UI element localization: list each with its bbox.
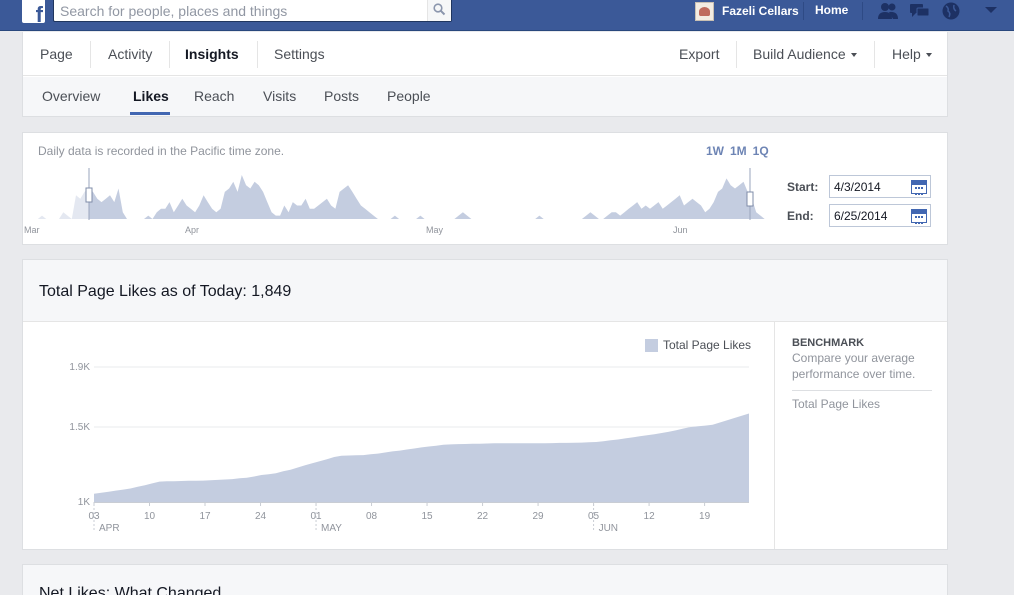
month-label: Apr [185,225,200,235]
notifications-globe-icon[interactable] [940,1,964,21]
x-tick-label: 19 [699,511,711,522]
divider [774,322,775,549]
likes-chart: 1K 1.5K 1.9K 03 10 17 24 01 08 15 22 29 05 12 19 APR MAY… [23,322,775,549]
card-header: Total Page Likes as of Today: 1,849 [23,260,947,322]
calendar-icon[interactable] [911,180,927,195]
subtab-people[interactable]: People [387,88,431,104]
benchmark-title: BENCHMARK [792,337,865,349]
divider [792,390,932,391]
start-label: Start: [787,180,819,194]
net-likes-card: Net Likes: What Changed [22,564,948,595]
search-input[interactable] [54,0,426,21]
range-1q-button[interactable]: 1Q [753,144,769,158]
start-date-value: 4/3/2014 [834,180,881,194]
net-likes-title: Net Likes: What Changed [39,585,222,595]
subtab-overview[interactable]: Overview [42,88,100,104]
benchmark-total-likes-link[interactable]: Total Page Likes [792,397,932,411]
range-1w-button[interactable]: 1W [706,144,724,158]
range-1m-button[interactable]: 1M [730,144,747,158]
y-tick-label: 1K [78,497,91,508]
likes-chart-svg[interactable]: 1K1.5K1.9K03 10 17 24 01 08 15 22 29 05 12 19APR MAY… [23,322,775,549]
calendar-icon[interactable] [911,209,927,224]
y-tick-label: 1.9K [69,362,90,373]
account-menu-caret-icon[interactable] [985,7,997,13]
x-month-label: MAY [321,523,342,534]
x-tick-label: 15 [421,511,433,522]
legend-swatch [645,338,658,352]
month-label: Mar [24,225,40,235]
subtab-visits[interactable]: Visits [263,88,296,104]
end-label: End: [787,209,814,223]
search-icon [433,3,446,16]
x-tick-label: 08 [366,511,378,522]
search-button[interactable] [427,0,451,21]
page-nav-card: Page Activity Insights Settings Export B… [22,32,948,117]
timezone-note: Daily data is recorded in the Pacific ti… [38,144,285,158]
subtab-posts[interactable]: Posts [324,88,359,104]
build-audience-label: Build Audience [753,46,846,62]
benchmark-description: Compare your average performance over ti… [792,351,916,381]
divider [90,41,91,68]
tab-activity[interactable]: Activity [108,46,152,62]
divider [862,2,863,20]
end-date-field[interactable]: 6/25/2014 [829,204,931,227]
divider [257,41,258,68]
tab-page[interactable]: Page [40,46,73,62]
help-label: Help [892,46,921,62]
account-name: Fazeli Cellars [722,4,799,18]
x-month-label: JUN [599,523,618,534]
home-link[interactable]: Home [815,3,848,17]
range-mask-left [23,168,89,228]
x-tick-label: 29 [533,511,545,522]
facebook-logo[interactable]: f [22,0,45,26]
avatar [695,1,714,21]
total-likes-title: Total Page Likes as of Today: 1,849 [39,283,292,300]
benchmark-panel: BENCHMARK Compare your average performan… [792,337,932,411]
build-audience-menu[interactable]: Build Audience [753,46,857,62]
total-likes-card: Total Page Likes as of Today: 1,849 1K 1.… [22,259,948,550]
export-button[interactable]: Export [679,46,719,62]
y-tick-label: 1.5K [69,422,90,433]
divider [803,2,804,20]
date-range-card: Daily data is recorded in the Pacific ti… [22,132,948,245]
top-bar: f Fazeli Cellars Home [0,0,1014,31]
x-tick-label: 17 [199,511,211,522]
tab-settings[interactable]: Settings [274,46,325,62]
tab-insights[interactable]: Insights [185,46,239,62]
divider [736,41,737,68]
x-tick-label: 10 [144,511,156,522]
month-label: May [426,225,444,235]
active-tab-indicator [130,112,170,115]
range-handle-right [746,191,754,207]
help-menu[interactable]: Help [892,46,932,62]
account-link[interactable]: Fazeli Cellars [695,1,799,21]
sparkline-area [25,175,769,219]
search-box [53,0,452,22]
chart-legend[interactable]: Total Page Likes [645,338,751,352]
subtab-reach[interactable]: Reach [194,88,234,104]
chevron-down-icon [925,53,932,57]
subtab-likes[interactable]: Likes [133,88,169,104]
x-month-label: APR [99,523,120,534]
x-tick-label: 22 [477,511,489,522]
legend-label: Total Page Likes [663,338,752,352]
end-date-value: 6/25/2014 [834,209,888,223]
messages-icon[interactable] [908,1,932,21]
insights-subnav: Overview Likes Reach Visits Posts People [23,77,947,116]
range-handle-left [85,187,93,203]
divider [169,41,170,68]
range-sparkline[interactable] [23,168,773,228]
start-date-field[interactable]: 4/3/2014 [829,175,931,198]
month-label: Jun [673,225,688,235]
x-tick-label: 24 [255,511,267,522]
x-tick-label: 12 [644,511,656,522]
range-presets: 1W 1M 1Q [706,144,775,158]
friend-requests-icon[interactable] [876,1,900,21]
chevron-down-icon [850,53,857,57]
divider [874,41,875,68]
page-nav: Page Activity Insights Settings Export B… [23,32,947,76]
